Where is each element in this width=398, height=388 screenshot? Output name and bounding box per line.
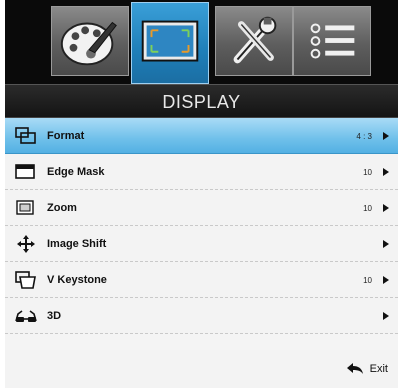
palette-icon bbox=[60, 21, 117, 66]
menu-item-format[interactable]: Format 4 : 3 bbox=[5, 118, 398, 154]
tools-icon bbox=[233, 16, 277, 64]
tab-options[interactable] bbox=[293, 6, 371, 76]
menu-item-value: 10 bbox=[363, 168, 372, 177]
tab-display[interactable] bbox=[131, 2, 209, 84]
menu-item-v-keystone[interactable]: V Keystone 10 bbox=[5, 262, 398, 298]
menu-item-image-shift[interactable]: Image Shift bbox=[5, 226, 398, 262]
3d-glasses-icon bbox=[15, 310, 37, 322]
options-list-icon bbox=[310, 23, 355, 59]
menu-item-label: Format bbox=[47, 130, 85, 142]
chevron-right-icon bbox=[383, 240, 389, 248]
tab-setup[interactable] bbox=[215, 6, 293, 76]
menu-item-value: 4 : 3 bbox=[356, 132, 372, 141]
menu-item-label: V Keystone bbox=[47, 274, 107, 286]
chevron-right-icon bbox=[383, 312, 389, 320]
menu-item-label: Edge Mask bbox=[47, 166, 105, 178]
menu-item-label: Zoom bbox=[47, 202, 77, 214]
return-arrow-icon bbox=[347, 363, 363, 374]
chevron-right-icon bbox=[383, 132, 389, 140]
tab-bar bbox=[5, 0, 398, 84]
menu-item-label: 3D bbox=[47, 310, 62, 322]
chevron-right-icon bbox=[383, 276, 389, 284]
keystone-icon bbox=[15, 271, 36, 289]
page-title: DISPLAY bbox=[5, 84, 398, 118]
format-icon bbox=[15, 127, 36, 144]
chevron-right-icon bbox=[383, 204, 389, 212]
edge-mask-icon bbox=[15, 164, 35, 179]
menu-item-value: 10 bbox=[363, 276, 372, 285]
osd-menu: DISPLAY Format 4 : 3 Edge Mask 10 Zoom 1… bbox=[5, 0, 398, 388]
menu-list: Format 4 : 3 Edge Mask 10 Zoom 10 Image … bbox=[5, 118, 398, 388]
exit-row: Exit bbox=[5, 350, 398, 388]
menu-item-zoom[interactable]: Zoom 10 bbox=[5, 190, 398, 226]
tab-image-settings[interactable] bbox=[51, 6, 129, 76]
image-shift-icon bbox=[17, 235, 35, 253]
exit-button[interactable]: Exit bbox=[370, 350, 388, 388]
menu-item-label: Image Shift bbox=[47, 238, 107, 250]
menu-item-3d[interactable]: 3D bbox=[5, 298, 398, 334]
display-screen-icon bbox=[141, 20, 199, 62]
zoom-icon bbox=[16, 200, 34, 215]
menu-item-value: 10 bbox=[363, 204, 372, 213]
chevron-right-icon bbox=[383, 168, 389, 176]
menu-item-edge-mask[interactable]: Edge Mask 10 bbox=[5, 154, 398, 190]
